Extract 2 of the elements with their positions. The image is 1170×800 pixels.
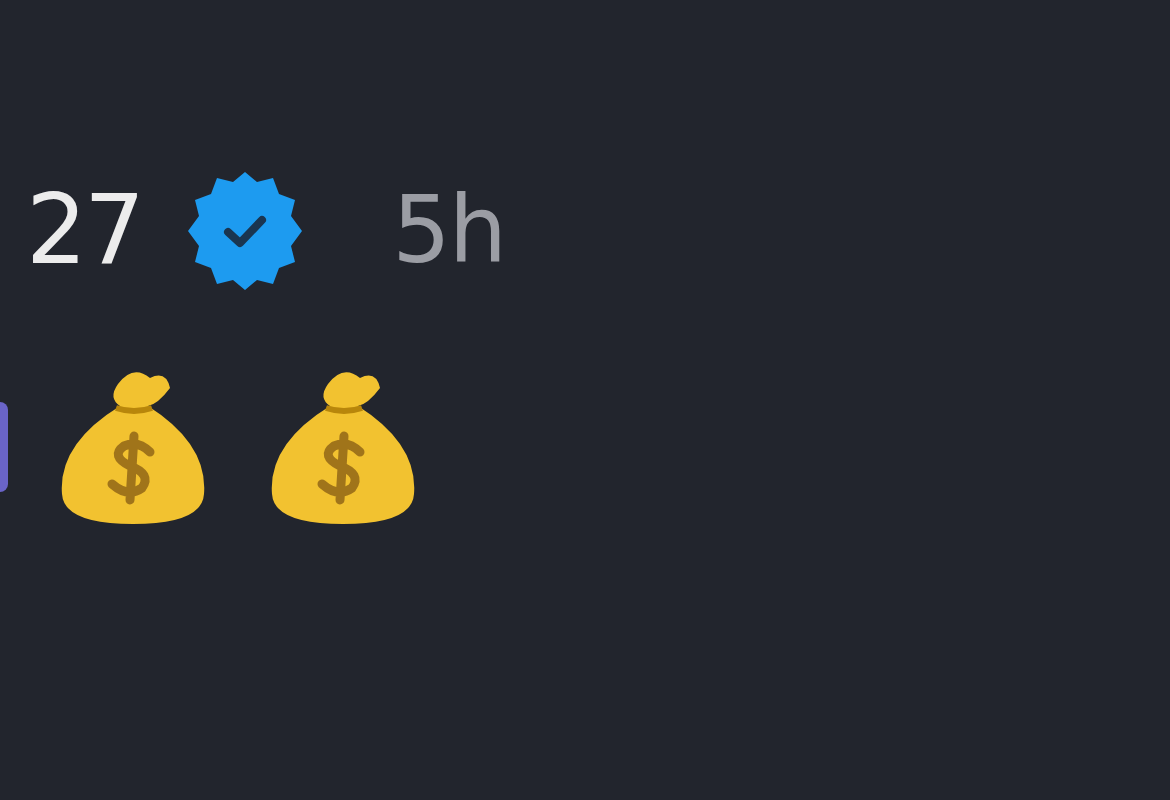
username[interactable]: 27	[26, 178, 143, 284]
post-time: 5h	[392, 180, 505, 282]
